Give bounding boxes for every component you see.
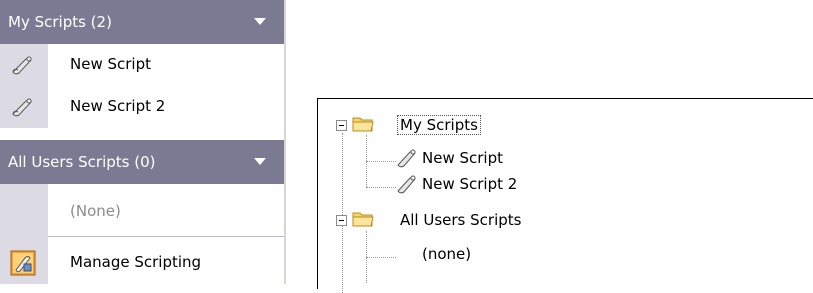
all-users-scripts-header[interactable]: All Users Scripts (0) <box>0 140 284 184</box>
tree-node-all-users-scripts[interactable]: All Users Scripts <box>400 211 521 229</box>
all-users-scripts-header-label: All Users Scripts (0) <box>8 153 156 171</box>
tree-node-my-scripts[interactable]: My Scripts <box>397 115 481 135</box>
manage-scripting-icon <box>10 250 36 276</box>
script-icon <box>12 56 32 75</box>
scripts-tree-view: My Scripts New Script New Script 2 All U… <box>317 98 813 293</box>
folder-open-icon <box>352 117 374 132</box>
scripts-side-panel: My Scripts (2) New Script New Script 2 A… <box>0 0 286 284</box>
collapse-toggle[interactable] <box>336 120 347 131</box>
manage-scripting-button[interactable]: Manage Scripting <box>0 242 284 284</box>
my-scripts-header-label: My Scripts (2) <box>8 13 112 31</box>
panel-item-new-script-2[interactable]: New Script 2 <box>0 86 284 128</box>
tree-node-new-script[interactable]: New Script <box>422 149 503 167</box>
folder-open-icon <box>352 212 374 227</box>
chevron-down-icon[interactable] <box>254 158 266 165</box>
manage-scripting-label: Manage Scripting <box>70 253 202 271</box>
script-icon <box>12 98 32 117</box>
my-scripts-header[interactable]: My Scripts (2) <box>0 0 284 44</box>
panel-item-label: New Script 2 <box>70 97 166 115</box>
tree-connector <box>366 161 396 162</box>
script-icon <box>397 149 416 168</box>
empty-scripts-text: (None) <box>70 202 121 220</box>
chevron-down-icon[interactable] <box>254 18 266 25</box>
script-icon <box>397 175 416 194</box>
tree-node-new-script-2[interactable]: New Script 2 <box>422 175 517 193</box>
collapse-toggle[interactable] <box>336 215 347 226</box>
tree-connector <box>366 187 396 188</box>
panel-divider <box>48 236 284 237</box>
tree-connector <box>366 257 396 258</box>
tree-connector <box>342 133 343 293</box>
panel-item-new-script[interactable]: New Script <box>0 44 284 86</box>
panel-border <box>284 0 286 284</box>
panel-item-label: New Script <box>70 55 151 73</box>
tree-node-none: (none) <box>422 245 472 263</box>
